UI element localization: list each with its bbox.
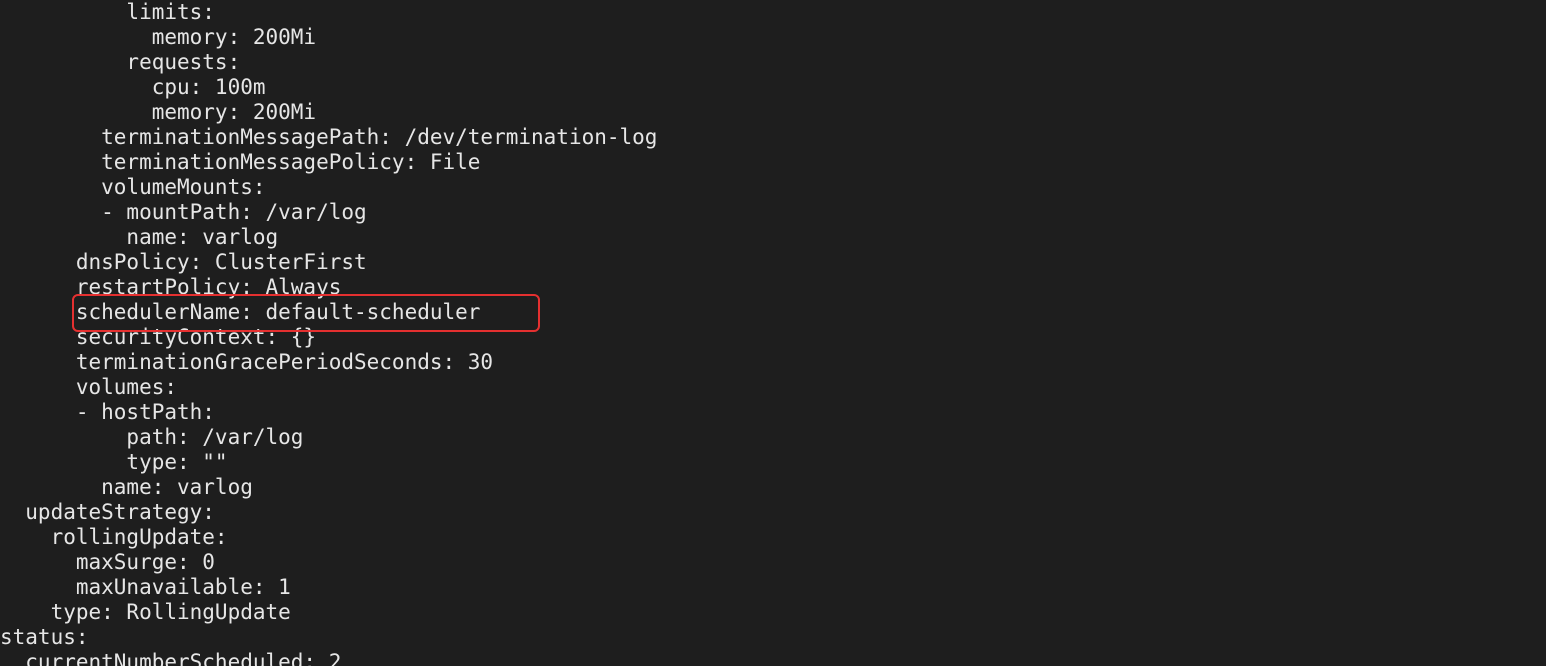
yaml-output: limits: memory: 200Mi requests: cpu: 100…	[0, 0, 1546, 666]
